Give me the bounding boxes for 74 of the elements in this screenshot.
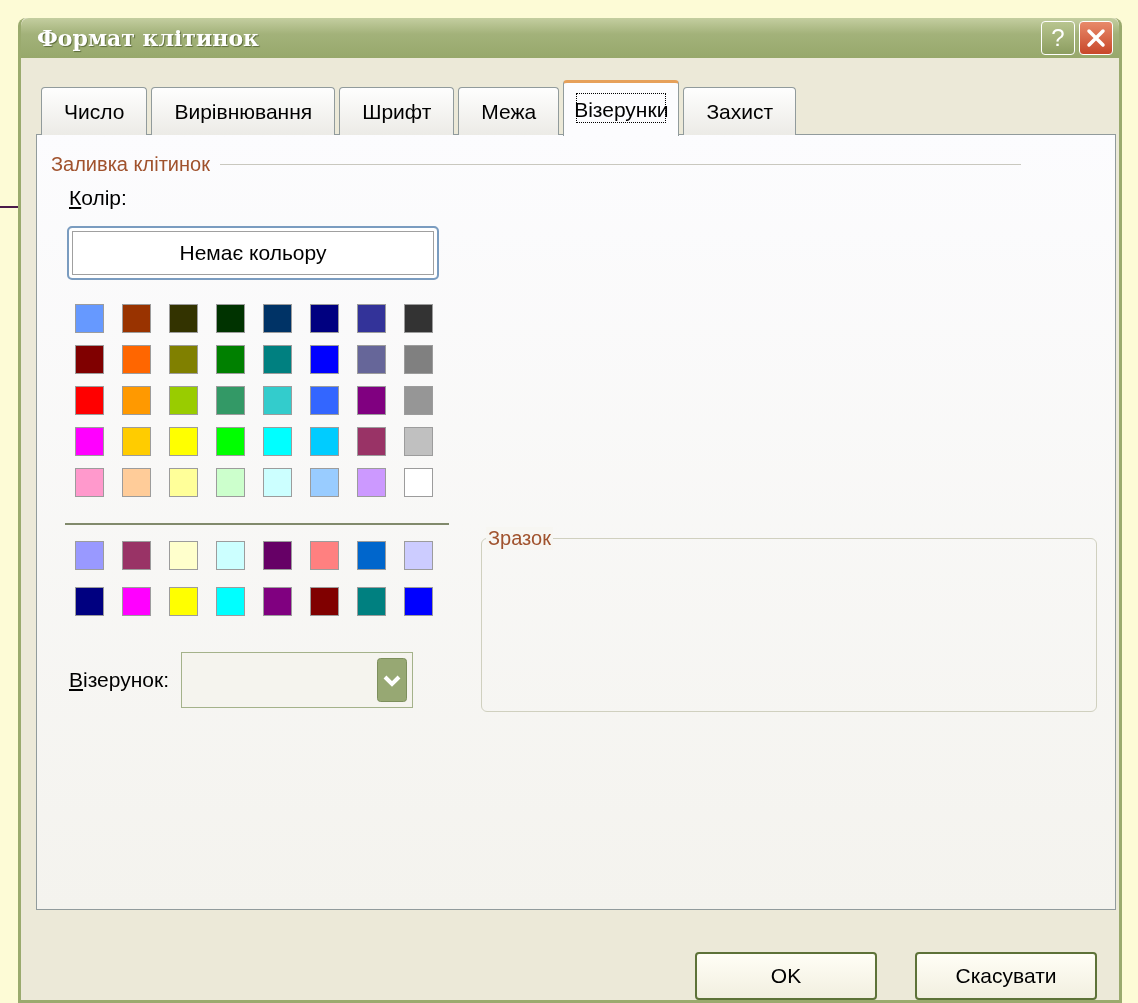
color-swatch[interactable] bbox=[216, 386, 245, 415]
color-swatch[interactable] bbox=[357, 345, 386, 374]
color-swatch[interactable] bbox=[122, 541, 151, 570]
color-swatch[interactable] bbox=[216, 468, 245, 497]
color-swatch[interactable] bbox=[216, 427, 245, 456]
color-swatch[interactable] bbox=[263, 468, 292, 497]
color-swatch[interactable] bbox=[404, 427, 433, 456]
color-swatch[interactable] bbox=[404, 541, 433, 570]
ok-button[interactable]: OK bbox=[695, 952, 877, 1000]
color-swatch[interactable] bbox=[169, 304, 198, 333]
tab[interactable]: Число bbox=[41, 87, 148, 135]
color-swatch[interactable] bbox=[263, 386, 292, 415]
color-swatch[interactable] bbox=[216, 587, 245, 616]
color-swatch[interactable] bbox=[404, 345, 433, 374]
group-title: Заливка клітинок bbox=[51, 153, 210, 176]
color-swatch[interactable] bbox=[122, 386, 151, 415]
color-swatch[interactable] bbox=[310, 468, 339, 497]
color-swatch[interactable] bbox=[263, 345, 292, 374]
color-swatch[interactable] bbox=[404, 468, 433, 497]
close-button[interactable] bbox=[1079, 21, 1113, 55]
color-swatch[interactable] bbox=[169, 427, 198, 456]
color-swatch[interactable] bbox=[310, 427, 339, 456]
color-swatch[interactable] bbox=[216, 541, 245, 570]
color-swatch[interactable] bbox=[169, 468, 198, 497]
color-swatch[interactable] bbox=[122, 587, 151, 616]
color-swatch[interactable] bbox=[310, 386, 339, 415]
pattern-label: Візерунок: bbox=[69, 668, 169, 692]
cancel-button[interactable]: Скасувати bbox=[915, 952, 1097, 1000]
chevron-down-icon bbox=[377, 658, 407, 702]
color-swatch[interactable] bbox=[75, 304, 104, 333]
color-swatch[interactable] bbox=[263, 304, 292, 333]
tab[interactable]: Вирівнювання bbox=[151, 87, 336, 135]
color-swatch[interactable] bbox=[310, 587, 339, 616]
color-swatch[interactable] bbox=[404, 386, 433, 415]
tab[interactable]: Візерунки bbox=[563, 80, 680, 136]
tab[interactable]: Межа bbox=[458, 87, 560, 135]
color-swatch[interactable] bbox=[75, 468, 104, 497]
close-icon bbox=[1086, 28, 1106, 48]
tab[interactable]: Захист bbox=[683, 87, 797, 135]
pattern-dropdown[interactable] bbox=[181, 652, 413, 708]
color-swatch[interactable] bbox=[357, 541, 386, 570]
color-swatch[interactable] bbox=[263, 587, 292, 616]
color-swatch[interactable] bbox=[357, 427, 386, 456]
color-swatch[interactable] bbox=[169, 386, 198, 415]
no-color-button[interactable]: Немає кольору bbox=[67, 226, 439, 280]
color-swatch[interactable] bbox=[404, 587, 433, 616]
color-swatch[interactable] bbox=[169, 541, 198, 570]
color-swatch[interactable] bbox=[75, 345, 104, 374]
color-swatch[interactable] bbox=[122, 345, 151, 374]
color-swatch[interactable] bbox=[122, 427, 151, 456]
color-swatch[interactable] bbox=[122, 304, 151, 333]
color-swatch[interactable] bbox=[263, 541, 292, 570]
color-swatch[interactable] bbox=[310, 541, 339, 570]
tab[interactable]: Шрифт bbox=[339, 87, 455, 135]
color-swatch[interactable] bbox=[169, 345, 198, 374]
window-title: Формат клітинок bbox=[37, 25, 259, 51]
color-swatch[interactable] bbox=[310, 345, 339, 374]
color-swatch[interactable] bbox=[75, 587, 104, 616]
color-swatch[interactable] bbox=[75, 541, 104, 570]
color-swatch[interactable] bbox=[75, 427, 104, 456]
color-swatch[interactable] bbox=[357, 468, 386, 497]
color-swatch[interactable] bbox=[216, 304, 245, 333]
color-swatch[interactable] bbox=[404, 304, 433, 333]
color-swatch[interactable] bbox=[357, 587, 386, 616]
color-label: Колір: bbox=[69, 186, 128, 210]
color-swatch[interactable] bbox=[75, 386, 104, 415]
group-title: Зразок bbox=[486, 527, 553, 550]
color-swatch[interactable] bbox=[122, 468, 151, 497]
color-swatch[interactable] bbox=[357, 386, 386, 415]
color-swatch[interactable] bbox=[310, 304, 339, 333]
color-swatch[interactable] bbox=[357, 304, 386, 333]
color-swatch[interactable] bbox=[263, 427, 292, 456]
color-swatch[interactable] bbox=[216, 345, 245, 374]
color-swatch[interactable] bbox=[169, 587, 198, 616]
